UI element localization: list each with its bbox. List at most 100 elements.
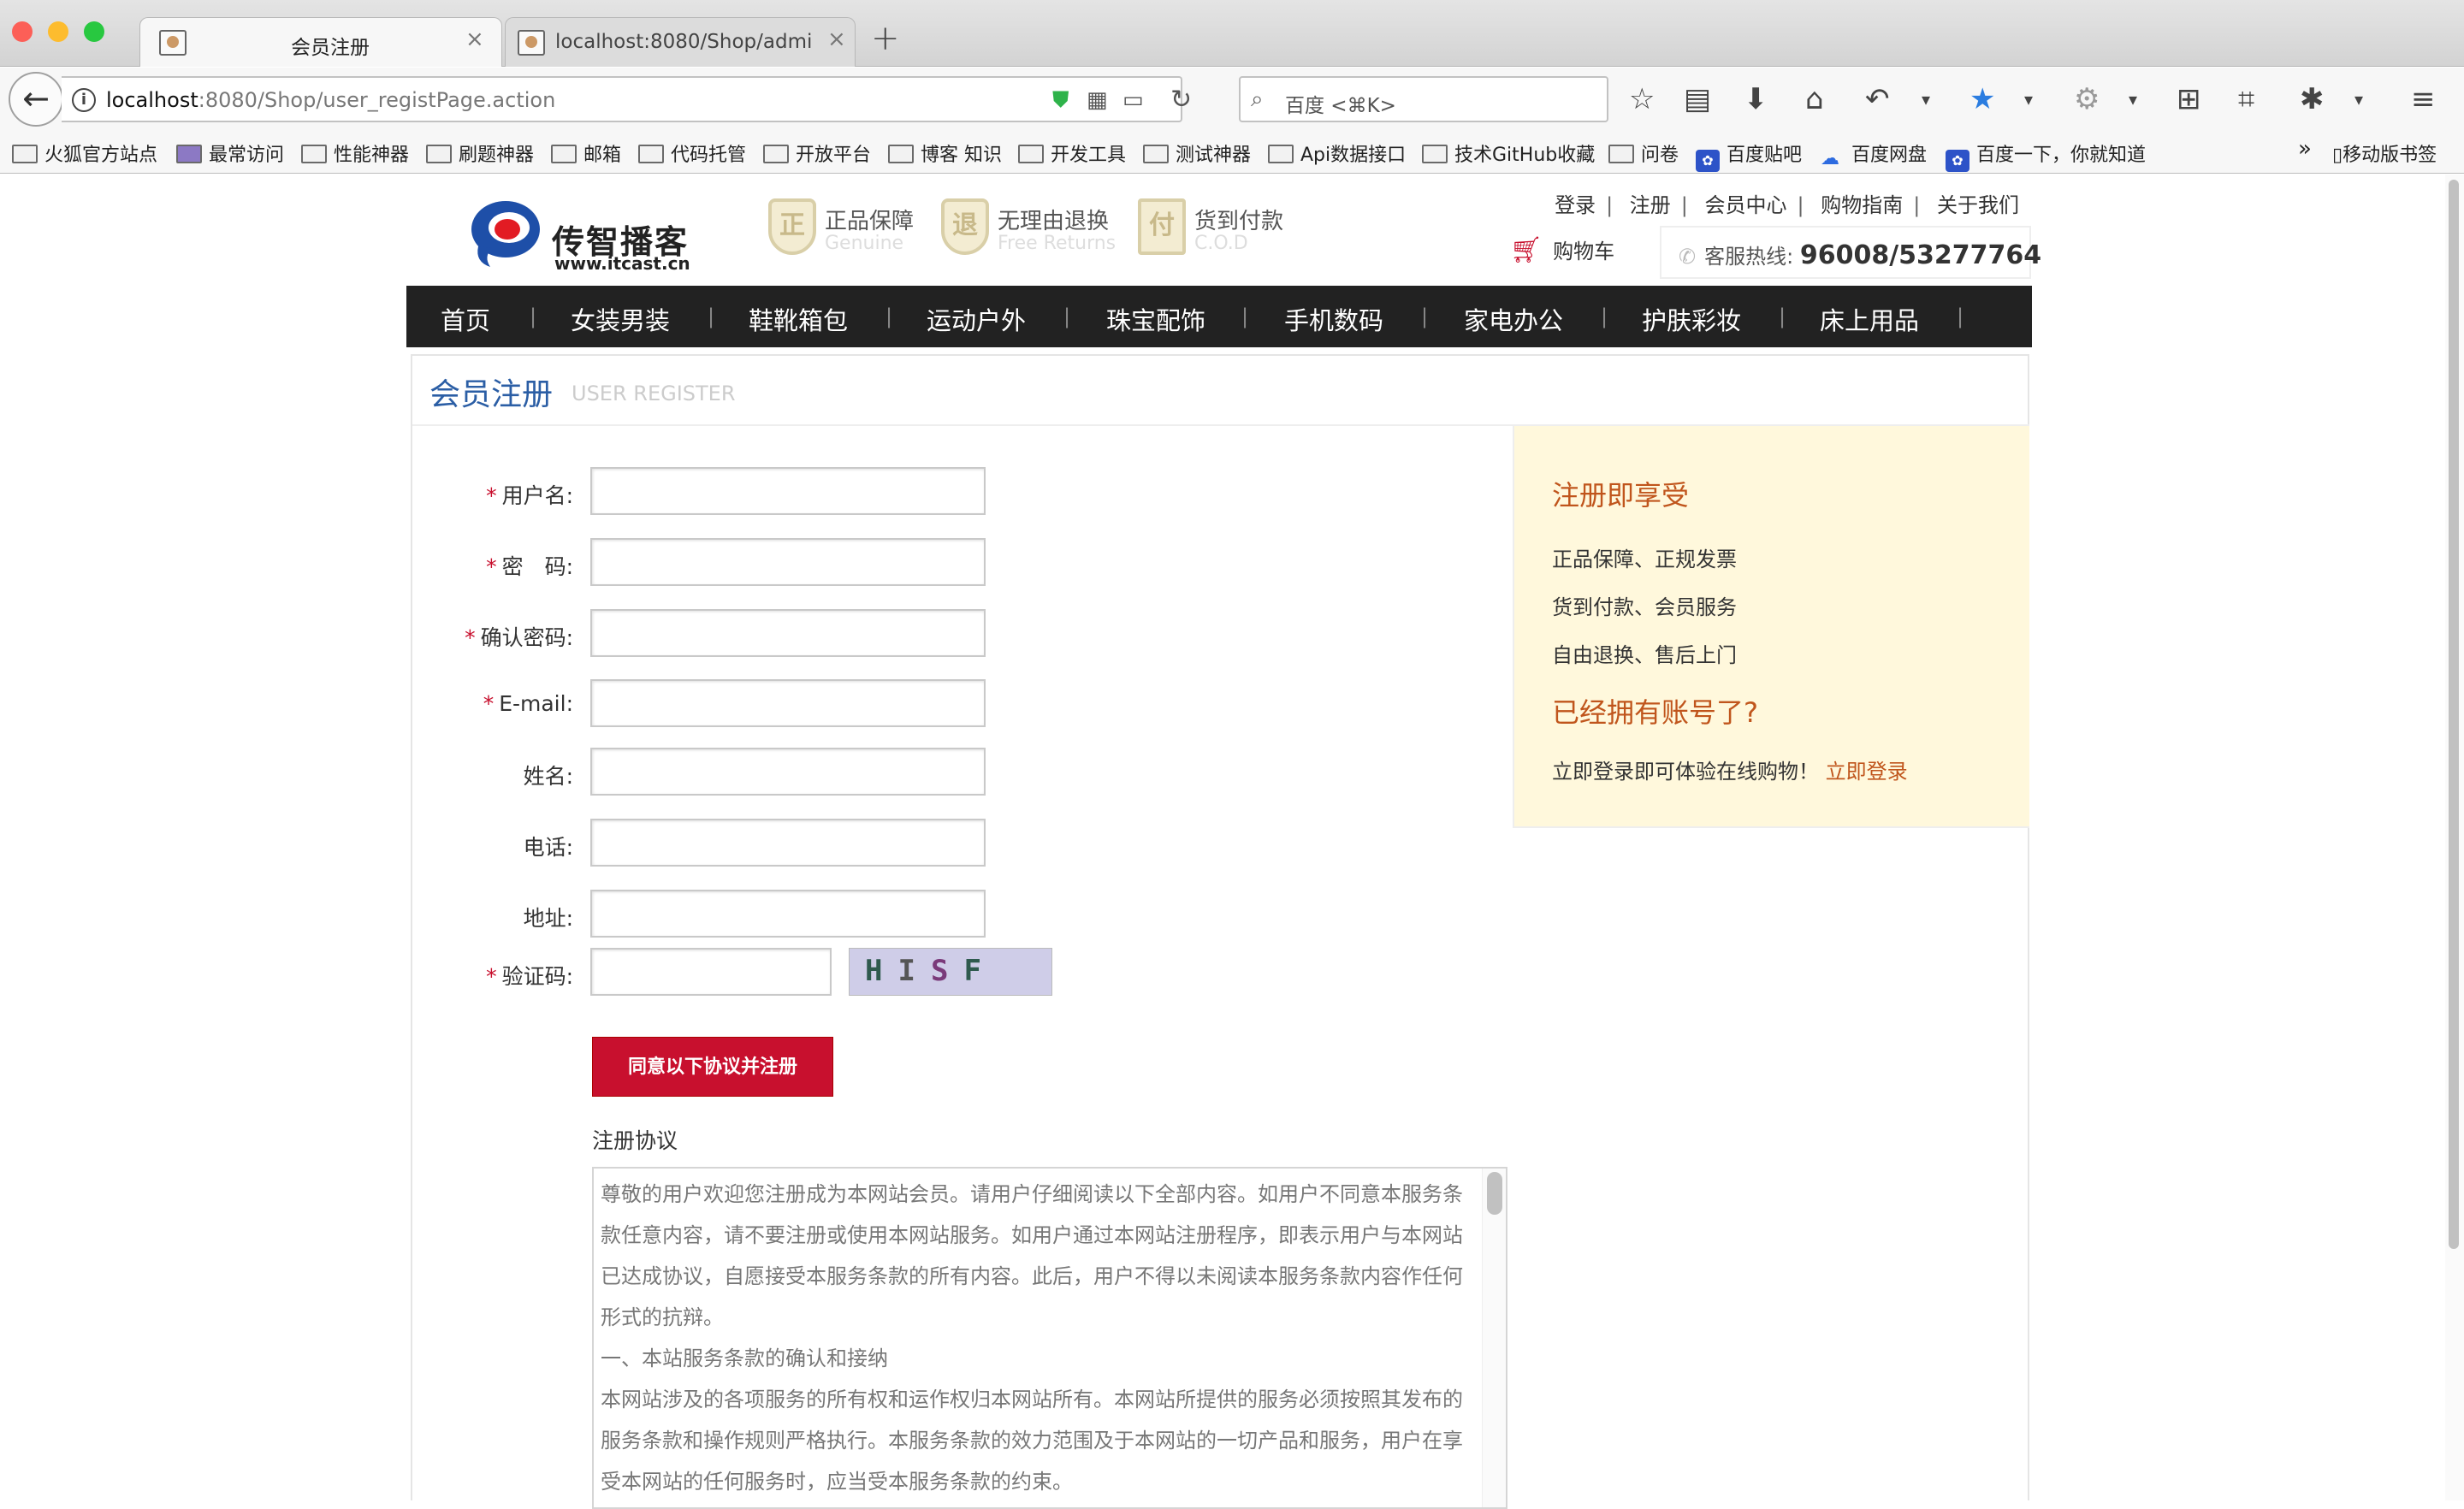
agreement-scrollbar[interactable] <box>1482 1169 1506 1507</box>
phone-label: 电话: <box>523 835 573 860</box>
bookmark-item[interactable]: 刷题神器 <box>426 139 534 167</box>
nav-shoes-bags[interactable]: 鞋靴箱包 <box>749 301 848 337</box>
crop-icon[interactable]: ⌗ <box>2238 83 2254 115</box>
captcha-char: S <box>930 954 964 988</box>
nav-home[interactable]: 首页 <box>441 301 490 337</box>
benefit-item: 自由退换、售后上门 <box>1552 643 1737 667</box>
bookmark-item[interactable]: 问卷 <box>1608 139 1679 167</box>
chevron-down-icon[interactable]: ▾ <box>2024 83 2033 115</box>
page-scroll-thumb[interactable] <box>2449 180 2459 1249</box>
new-tab-button[interactable]: + <box>871 19 900 58</box>
bookmarks-toolbar: 火狐官方站点 最常访问 性能神器 刷题神器 邮箱 代码托管 开放平台 博客 知识… <box>0 131 2464 174</box>
close-tab-icon[interactable]: × <box>827 27 846 52</box>
info-icon[interactable]: i <box>72 88 96 112</box>
reader-view-icon[interactable]: ▭ <box>1122 87 1144 113</box>
bug-icon[interactable]: ✱ <box>2300 83 2325 115</box>
captcha-label: * 验证码: <box>486 964 573 989</box>
name-input[interactable] <box>590 748 986 796</box>
phone-input[interactable] <box>590 819 986 867</box>
bookmark-item[interactable]: ✿ 百度贴吧 <box>1696 139 1802 172</box>
address-input[interactable] <box>590 890 986 938</box>
nav-apparel[interactable]: 女装男装 <box>571 301 670 337</box>
nav-sports[interactable]: 运动户外 <box>927 301 1026 337</box>
top-links: 登录 | 注册 | 会员中心 | 购物指南 | 关于我们 <box>1549 188 2024 218</box>
bookmark-star-icon[interactable]: ☆ <box>1629 83 1655 115</box>
agree-register-button[interactable]: 同意以下协议并注册 <box>592 1037 833 1097</box>
nav-beauty[interactable]: 护肤彩妆 <box>1642 301 1741 337</box>
captcha-char: I <box>897 954 931 988</box>
search-box[interactable]: ⌕ 百度 <⌘K> <box>1239 76 1608 122</box>
nav-digital[interactable]: 手机数码 <box>1284 301 1383 337</box>
logo-url: www.itcast.cn <box>554 253 690 274</box>
username-input[interactable] <box>590 467 986 515</box>
reload-icon[interactable]: ↻ <box>1170 85 1192 115</box>
email-input[interactable] <box>590 679 986 727</box>
nav-bedding[interactable]: 床上用品 <box>1820 301 1919 337</box>
folder-icon <box>638 145 664 163</box>
tab-title: 会员注册 <box>291 37 370 59</box>
main-nav: 首页 | 女装男装 | 鞋靴箱包 | 运动户外 | 珠宝配饰 | 手机数码 | … <box>406 286 2032 347</box>
maximize-window-button[interactable] <box>84 21 104 42</box>
chevron-down-icon[interactable]: ▾ <box>1922 83 1930 115</box>
tab-register[interactable]: 会员注册 × <box>139 17 502 67</box>
bookmark-item[interactable]: Api数据接口 <box>1268 139 1406 167</box>
baidu-paw-icon: ✿ <box>1946 150 1969 172</box>
close-window-button[interactable] <box>12 21 33 42</box>
shield-icon[interactable]: ⛊ <box>1052 87 1069 114</box>
bookmark-item[interactable]: 性能神器 <box>301 139 409 167</box>
agreement-textarea[interactable]: 尊敬的用户欢迎您注册成为本网站会员。请用户仔细阅读以下全部内容。如用户不同意本服… <box>592 1167 1507 1509</box>
extension-star-icon[interactable]: ★ <box>1969 83 1995 115</box>
bookmark-item[interactable]: 测试神器 <box>1143 139 1251 167</box>
register-panel: 会员注册 USER REGISTER * 用户名: * 密 码: * 确认密码: * E… <box>411 354 2029 1509</box>
nav-appliances[interactable]: 家电办公 <box>1464 301 1563 337</box>
login-now-link[interactable]: 立即登录 <box>1826 760 1908 784</box>
captcha-image[interactable]: HISF <box>849 948 1052 996</box>
agreement-scroll-thumb[interactable] <box>1487 1172 1502 1215</box>
shopping-guide-link[interactable]: 购物指南 <box>1815 193 1908 217</box>
register-link[interactable]: 注册 <box>1625 193 1676 217</box>
undo-icon[interactable]: ↶ <box>1865 83 1890 115</box>
folder-icon <box>888 145 914 163</box>
qr-code-icon[interactable]: ▦ <box>1087 87 1108 113</box>
benefits-sidebar: 注册即享受 正品保障、正规发票 货到付款、会员服务 自由退换、售后上门 已经拥有… <box>1513 426 2029 828</box>
folder-icon <box>1143 145 1169 163</box>
chevron-down-icon[interactable]: ▾ <box>2129 83 2137 115</box>
download-icon[interactable]: ⬇ <box>1744 83 1768 115</box>
chevron-down-icon[interactable]: ▾ <box>2354 83 2363 115</box>
bookmark-item[interactable]: 邮箱 <box>551 139 621 167</box>
bookmark-item[interactable]: 开放平台 <box>763 139 871 167</box>
hotline: ✆ 客服热线: 96008/53277764 <box>1660 226 2041 279</box>
tab-admin[interactable]: localhost:8080/Shop/admin/ × <box>505 17 856 67</box>
bookmark-item[interactable]: ☁ 百度网盘 <box>1821 139 1927 169</box>
reading-list-icon[interactable]: ▤ <box>1684 83 1711 115</box>
back-button[interactable]: ← <box>9 72 63 127</box>
nav-jewelry[interactable]: 珠宝配饰 <box>1106 301 1205 337</box>
bookmark-item[interactable]: 博客 知识 <box>888 139 1002 167</box>
cart-link[interactable]: 🛒︎ 购物车 <box>1510 234 1614 265</box>
phone-icon: ✆ <box>1679 245 1697 269</box>
close-tab-icon[interactable]: × <box>465 27 484 52</box>
confirm-password-input[interactable] <box>590 609 986 657</box>
home-icon[interactable]: ⌂ <box>1805 83 1824 115</box>
train-icon[interactable]: ⊞ <box>2177 83 2201 115</box>
bookmark-item[interactable]: 火狐官方站点 <box>12 139 157 167</box>
menu-icon[interactable]: ≡ <box>2411 83 2436 115</box>
mobile-bookmarks[interactable]: ▯移动版书签 <box>2332 139 2437 167</box>
password-input[interactable] <box>590 538 986 586</box>
chevron-right-icon[interactable]: » <box>2298 136 2312 162</box>
url-bar[interactable]: i localhost:8080/Shop/user_registPage.ac… <box>62 76 1192 122</box>
bookmark-item[interactable]: 代码托管 <box>638 139 746 167</box>
extension-icon[interactable]: ⚙ <box>2074 83 2100 115</box>
bookmark-item[interactable]: ✿ 百度一下，你就知道 <box>1946 139 2146 172</box>
itcast-logo-icon[interactable] <box>466 193 543 270</box>
genuine-shield-icon: 正 <box>768 198 816 255</box>
member-center-link[interactable]: 会员中心 <box>1700 193 1792 217</box>
about-us-link[interactable]: 关于我们 <box>1932 193 2024 217</box>
agreement-heading: 一、本站服务条款的确认和接纳 <box>601 1346 888 1370</box>
captcha-input[interactable] <box>590 948 832 996</box>
bookmark-item[interactable]: 技术GitHub收藏 <box>1422 139 1595 167</box>
minimize-window-button[interactable] <box>48 21 68 42</box>
bookmark-item[interactable]: 开发工具 <box>1018 139 1126 167</box>
login-link[interactable]: 登录 <box>1549 193 1601 217</box>
bookmark-item[interactable]: 最常访问 <box>176 139 284 167</box>
